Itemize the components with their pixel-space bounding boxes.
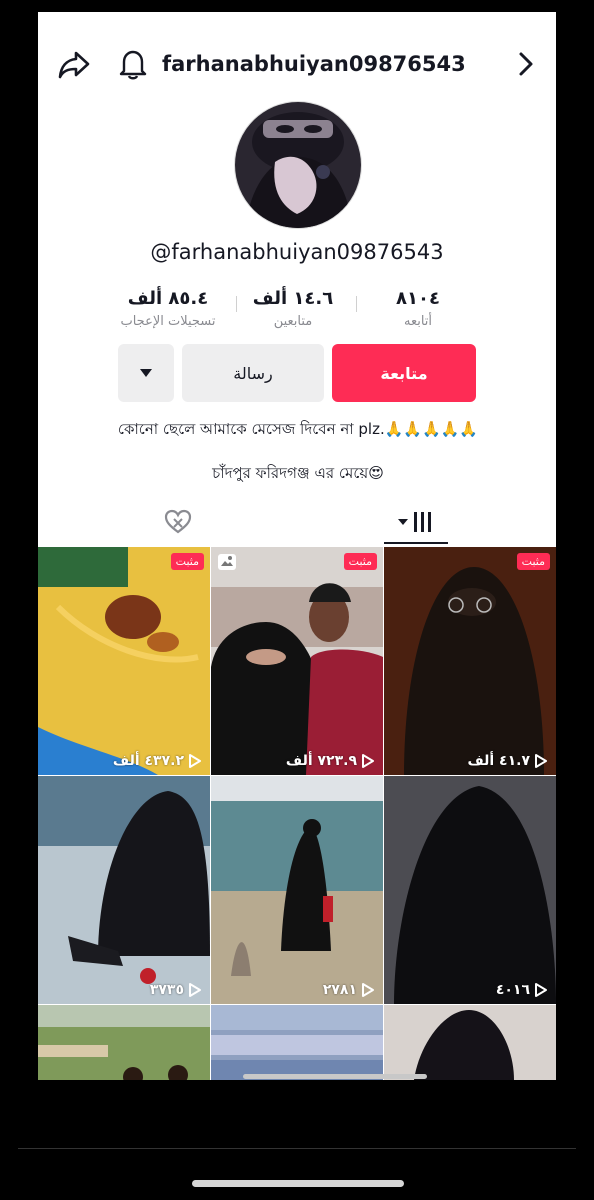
caret-down-icon xyxy=(140,369,152,377)
thumbnail-image xyxy=(38,776,210,1004)
video-thumbnail[interactable]: ٤٠١٦ xyxy=(384,776,556,1004)
video-thumbnail[interactable] xyxy=(384,1005,556,1080)
message-button[interactable]: رسالة xyxy=(182,344,324,402)
top-bar: farhanabhuiyan09876543 xyxy=(38,12,556,112)
tab-liked[interactable] xyxy=(148,500,208,544)
chevron-right-icon[interactable] xyxy=(508,46,544,82)
liked-hidden-icon xyxy=(164,509,192,534)
play-icon xyxy=(362,983,374,997)
thumbnail-image xyxy=(384,1005,556,1080)
view-count: ٤٠١٦ xyxy=(496,982,548,998)
thumbnail-image xyxy=(211,547,383,775)
follow-button[interactable]: متابعة xyxy=(332,344,476,402)
stats-row: ٨٥.٤ ألف تسجيلات الإعجاب ١٤.٦ ألف متابعي… xyxy=(108,286,478,342)
video-thumbnail[interactable] xyxy=(211,1005,383,1080)
bio-line-1: কোনো ছেলে আমাকে মেসেজ দিবেন না plz.🙏🙏🙏🙏🙏 xyxy=(117,420,479,438)
bell-icon[interactable] xyxy=(116,46,150,82)
thumbnail-image xyxy=(211,776,383,1004)
content-tabs xyxy=(38,500,556,546)
view-count-value: ٧٢٣.٩ ألف xyxy=(285,753,357,769)
profile-handle: @farhanabhuiyan09876543 xyxy=(150,240,444,264)
profile-screen: farhanabhuiyan09876543 @farhanabhuiyan09… xyxy=(38,12,556,1080)
video-thumbnail[interactable]: مثبت ٧٢٣.٩ ألف xyxy=(211,547,383,775)
video-thumbnail[interactable] xyxy=(38,1005,210,1080)
view-count-value: ٤٣٧.٢ ألف xyxy=(112,753,184,769)
grid-icon xyxy=(398,512,431,532)
stat-followers[interactable]: ١٤.٦ ألف متابعين xyxy=(233,286,353,332)
view-count: ٣٧٣٥ xyxy=(150,982,202,998)
view-count: ٤١.٧ ألف xyxy=(467,753,548,769)
video-thumbnail[interactable]: ٢٧٨١ xyxy=(211,776,383,1004)
thumbnail-image xyxy=(384,547,556,775)
view-count-value: ٣٧٣٥ xyxy=(149,982,184,998)
play-icon xyxy=(189,983,201,997)
photo-post-icon xyxy=(217,553,237,571)
device-frame-edge xyxy=(18,1148,576,1149)
more-options-button[interactable] xyxy=(118,344,174,402)
thumbnail-image xyxy=(384,776,556,1004)
following-label: أتابعه xyxy=(403,314,433,329)
play-icon xyxy=(189,754,201,768)
home-indicator xyxy=(243,1074,427,1079)
followers-label: متابعين xyxy=(273,314,313,329)
thumbnail-image xyxy=(38,547,210,775)
view-count-value: ٤٠١٦ xyxy=(495,982,530,998)
stat-likes[interactable]: ٨٥.٤ ألف تسجيلات الإعجاب xyxy=(108,286,228,332)
header-username: farhanabhuiyan09876543 xyxy=(162,52,466,76)
system-home-bar xyxy=(192,1180,404,1187)
stats-divider xyxy=(356,296,357,312)
followers-count: ١٤.٦ ألف xyxy=(252,288,334,309)
pinned-badge: مثبت xyxy=(516,553,550,570)
thumbnail-image xyxy=(211,1005,383,1080)
play-icon xyxy=(535,983,547,997)
pinned-badge: مثبت xyxy=(170,553,204,570)
avatar[interactable] xyxy=(234,101,362,229)
view-count-value: ٤١.٧ ألف xyxy=(467,753,530,769)
active-tab-indicator xyxy=(384,542,448,544)
likes-label: تسجيلات الإعجاب xyxy=(120,314,216,329)
following-count: ٨١٠٤ xyxy=(396,288,440,309)
stat-following[interactable]: ٨١٠٤ أتابعه xyxy=(358,286,478,332)
tab-videos[interactable] xyxy=(384,500,448,544)
view-count: ٢٧٨١ xyxy=(323,982,375,998)
view-count-value: ٢٧٨١ xyxy=(322,982,357,998)
video-grid: مثبت ٤٣٧.٢ ألف مثبت ٧٢٣.٩ ألف مثبت ٤١.٧ … xyxy=(38,547,556,1080)
thumbnail-image xyxy=(38,1005,210,1080)
view-count: ٤٣٧.٢ ألف xyxy=(113,753,202,769)
bio-line-2: চাঁদপুর ফরিদগঞ্জ এর মেয়ে😍 xyxy=(212,464,384,482)
view-count: ٧٢٣.٩ ألف xyxy=(286,753,375,769)
video-thumbnail[interactable]: مثبت ٤١.٧ ألف xyxy=(384,547,556,775)
pinned-badge: مثبت xyxy=(343,553,377,570)
video-thumbnail[interactable]: ٣٧٣٥ xyxy=(38,776,210,1004)
share-icon[interactable] xyxy=(56,46,92,82)
play-icon xyxy=(362,754,374,768)
video-thumbnail[interactable]: مثبت ٤٣٧.٢ ألف xyxy=(38,547,210,775)
likes-count: ٨٥.٤ ألف xyxy=(127,288,209,309)
play-icon xyxy=(535,754,547,768)
